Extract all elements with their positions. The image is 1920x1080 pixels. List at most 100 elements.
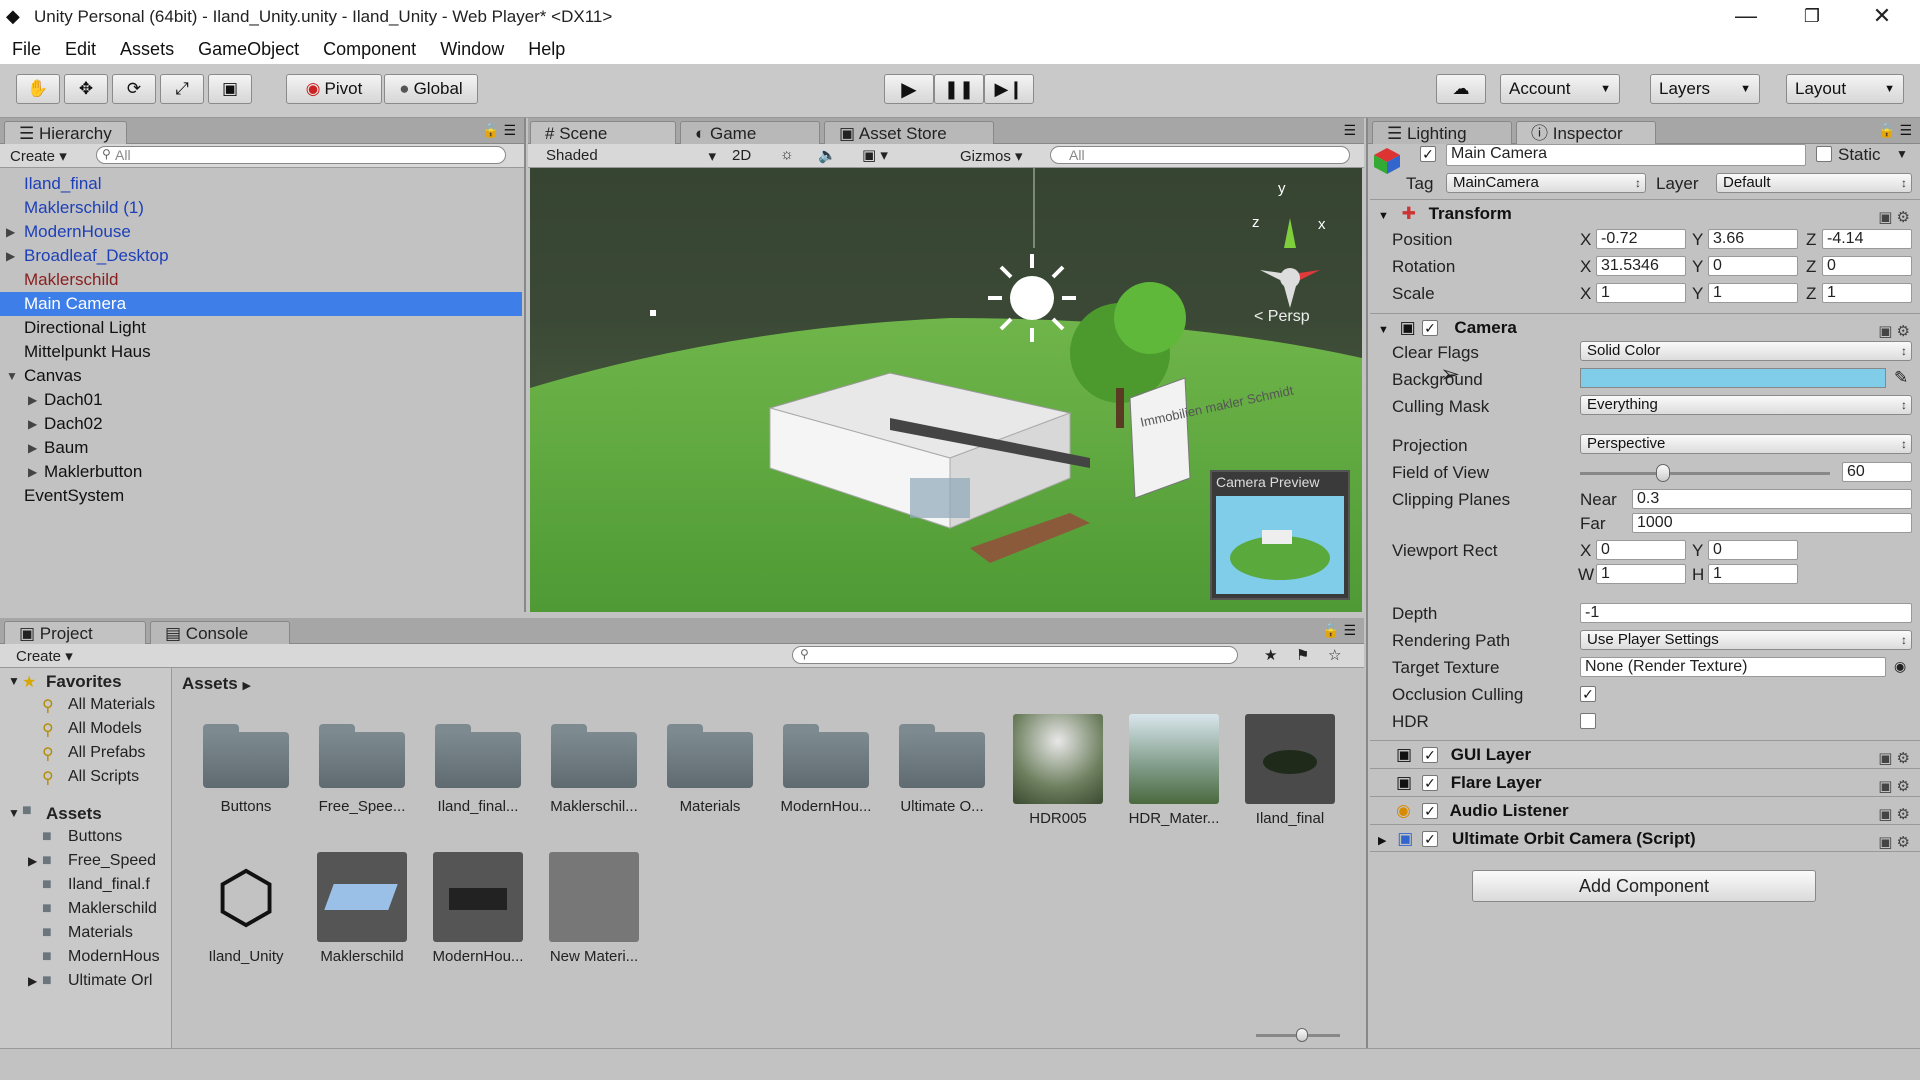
rect-tool-button[interactable]: ▣ xyxy=(208,74,252,104)
asset-material[interactable]: New Materi... xyxy=(544,852,644,965)
expand-arrow-icon[interactable]: ▶ xyxy=(28,436,37,460)
hierarchy-item[interactable]: Maklerschild xyxy=(0,268,522,292)
tree-folder[interactable]: Free_Speed xyxy=(68,852,156,870)
tree-folder[interactable]: ModernHous xyxy=(68,948,160,966)
menu-window[interactable]: Window xyxy=(428,39,516,60)
menu-edit[interactable]: Edit xyxy=(53,39,108,60)
thumbnail-size-slider-thumb[interactable] xyxy=(1296,1028,1308,1042)
fov-slider-thumb[interactable] xyxy=(1655,464,1670,482)
rendering-path-dropdown[interactable]: Use Player Settings xyxy=(1580,630,1912,650)
component-settings-icon[interactable]: ▣ ⚙ xyxy=(1878,204,1910,232)
favorite-item[interactable]: All Materials xyxy=(68,696,155,714)
hierarchy-item[interactable]: ▶ ModernHouse xyxy=(0,220,522,244)
hierarchy-search-input[interactable]: All xyxy=(96,146,506,164)
scale-y-field[interactable]: 1 xyxy=(1708,283,1798,303)
hierarchy-item[interactable]: Directional Light xyxy=(0,316,522,340)
audio-listener-checkbox[interactable]: ✓ xyxy=(1422,803,1438,819)
project-create-dropdown[interactable]: Create ▾ xyxy=(16,647,73,665)
asset-model[interactable]: Iland_final xyxy=(1240,714,1340,827)
position-y-field[interactable]: 3.66 xyxy=(1708,229,1798,249)
fov-slider-track[interactable] xyxy=(1580,472,1830,475)
near-field[interactable]: 0.3 xyxy=(1632,489,1912,509)
gameobject-name-field[interactable]: Main Camera xyxy=(1446,144,1806,166)
scale-tool-button[interactable]: ⤢ xyxy=(160,74,204,104)
expand-arrow-icon[interactable]: ▶ xyxy=(28,388,37,412)
cloud-button[interactable]: ☁ xyxy=(1436,74,1486,104)
occlusion-culling-checkbox[interactable]: ✓ xyxy=(1580,686,1596,702)
scene-viewport[interactable]: Immobilien makler Schmidt y z x < Persp … xyxy=(530,168,1362,612)
static-dropdown-icon[interactable]: ▼ xyxy=(1896,147,1908,161)
hierarchy-item[interactable]: ▶ Broadleaf_Desktop xyxy=(0,244,522,268)
asset-prefab[interactable]: Maklerschild xyxy=(312,852,412,965)
tab-hierarchy[interactable]: ☰ Hierarchy xyxy=(4,121,127,144)
tree-folder[interactable]: Iland_final.f xyxy=(68,876,150,894)
tab-game[interactable]: ◐ Game xyxy=(680,121,820,144)
tab-inspector[interactable]: ⓘ Inspector xyxy=(1516,121,1656,144)
favorite-icon[interactable]: ☆ xyxy=(1328,646,1341,664)
project-search-input[interactable] xyxy=(792,646,1238,664)
panel-menu-icon[interactable]: 🔒 ☰ xyxy=(1878,122,1912,139)
asset-model[interactable]: ModernHou... xyxy=(428,852,528,965)
tree-folder[interactable]: Materials xyxy=(68,924,133,942)
asset-folder[interactable]: Free_Spee... xyxy=(312,722,412,815)
viewport-w-field[interactable]: 1 xyxy=(1596,564,1686,584)
tree-folder[interactable]: Ultimate Orl xyxy=(68,972,152,990)
expand-arrow-icon[interactable]: ▶ xyxy=(6,244,15,268)
close-button[interactable]: ✕ xyxy=(1852,0,1912,34)
hand-tool-button[interactable]: ✋ xyxy=(16,74,60,104)
tab-scene[interactable]: # Scene xyxy=(530,121,676,144)
far-field[interactable]: 1000 xyxy=(1632,513,1912,533)
restore-button[interactable]: ❐ xyxy=(1782,0,1842,34)
breadcrumb[interactable]: Assets ▶ xyxy=(182,674,251,694)
menu-gameobject[interactable]: GameObject xyxy=(186,39,311,60)
position-x-field[interactable]: -0.72 xyxy=(1596,229,1686,249)
audio-listener-header[interactable]: ◉ ✓ Audio Listener ▣ ⚙ xyxy=(1370,796,1920,824)
lighting-toggle-icon[interactable]: ☼ xyxy=(780,146,794,163)
pivot-toggle[interactable]: ◉ Pivot xyxy=(286,74,382,104)
asset-texture[interactable]: HDR005 xyxy=(1008,714,1108,827)
asset-scene[interactable]: ⬡ Iland_Unity xyxy=(196,852,296,965)
menu-help[interactable]: Help xyxy=(516,39,577,60)
2d-toggle[interactable]: 2D xyxy=(732,147,751,164)
menu-component[interactable]: Component xyxy=(311,39,428,60)
asset-folder[interactable]: ModernHou... xyxy=(776,722,876,815)
audio-toggle-icon[interactable]: 🔈 xyxy=(818,146,837,164)
favorite-item[interactable]: All Prefabs xyxy=(68,744,145,762)
hierarchy-item-selected[interactable]: Main Camera xyxy=(0,292,522,316)
tree-folder[interactable]: Maklerschild xyxy=(68,900,157,918)
hierarchy-create-dropdown[interactable]: Create ▾ xyxy=(10,147,67,165)
gameobject-active-checkbox[interactable]: ✓ xyxy=(1420,146,1436,162)
asset-folder[interactable]: Ultimate O... xyxy=(892,722,992,815)
eyedropper-icon[interactable]: ✎ xyxy=(1894,368,1908,388)
flare-layer-header[interactable]: ▣ ✓ Flare Layer ▣ ⚙ xyxy=(1370,768,1920,796)
culling-mask-dropdown[interactable]: Everything xyxy=(1580,395,1912,415)
step-button[interactable]: ▶❙ xyxy=(984,74,1034,104)
move-tool-button[interactable]: ✥ xyxy=(64,74,108,104)
hierarchy-item[interactable]: ▼ Canvas xyxy=(0,364,522,388)
scene-search-input[interactable]: All xyxy=(1050,146,1350,164)
orbit-camera-header[interactable]: ▶ ▣ ✓ Ultimate Orbit Camera (Script) ▣ ⚙ xyxy=(1370,824,1920,852)
static-checkbox[interactable] xyxy=(1816,146,1832,162)
pause-button[interactable]: ❚❚ xyxy=(934,74,984,104)
expand-arrow-icon[interactable]: ▶ xyxy=(6,220,15,244)
orbit-camera-checkbox[interactable]: ✓ xyxy=(1422,831,1438,847)
hierarchy-item[interactable]: ▶ Dach01 xyxy=(0,388,522,412)
minimize-button[interactable]: — xyxy=(1716,0,1776,34)
tag-dropdown[interactable]: MainCamera xyxy=(1446,173,1646,193)
favorite-item[interactable]: All Models xyxy=(68,720,142,738)
viewport-x-field[interactable]: 0 xyxy=(1596,540,1686,560)
menu-file[interactable]: File xyxy=(0,39,53,60)
gui-layer-checkbox[interactable]: ✓ xyxy=(1422,747,1438,763)
filter-by-type-icon[interactable]: ★ xyxy=(1264,646,1277,664)
hierarchy-item[interactable]: Mittelpunkt Haus xyxy=(0,340,522,364)
asset-folder[interactable]: Iland_final... xyxy=(428,722,528,815)
expand-arrow-icon[interactable]: ▶ xyxy=(28,974,37,988)
panel-menu-icon[interactable]: 🔒 ☰ xyxy=(1322,622,1356,639)
scale-z-field[interactable]: 1 xyxy=(1822,283,1912,303)
expand-arrow-icon[interactable]: ▶ xyxy=(28,412,37,436)
panel-menu-icon[interactable]: ☰ xyxy=(1343,122,1356,139)
collapse-arrow-icon[interactable]: ▼ xyxy=(8,674,20,688)
gizmos-dropdown[interactable]: Gizmos ▾ xyxy=(960,147,1023,165)
add-component-button[interactable]: Add Component xyxy=(1472,870,1816,902)
camera-enabled-checkbox[interactable]: ✓ xyxy=(1422,320,1438,336)
